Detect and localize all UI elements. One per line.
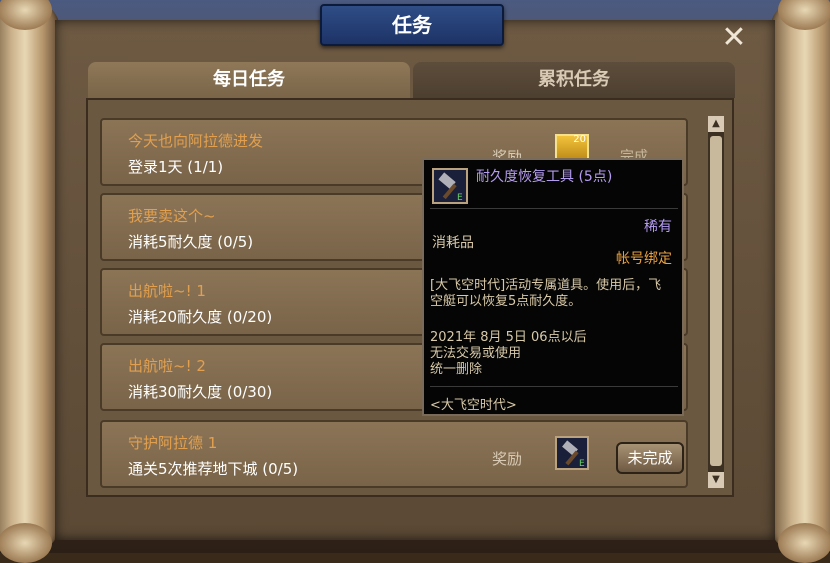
tab-daily-quests[interactable]: 每日任务 (88, 62, 410, 98)
expiry-line: 无法交易或使用 (430, 346, 522, 361)
quest-progress: 消耗5耐久度 (0/5) (128, 233, 254, 251)
expiry-line: 统一删除 (430, 362, 483, 377)
item-tooltip: E 耐久度恢复工具 (5点) 稀有 消耗品 帐号绑定 [大飞空时代]活动专属道具… (422, 158, 684, 416)
quest-progress: 通关5次推荐地下城 (0/5) (128, 460, 299, 478)
hammer-icon: E (432, 168, 468, 204)
divider (430, 208, 678, 209)
svg-text:E: E (579, 459, 585, 468)
item-bind: 帐号绑定 (616, 251, 672, 267)
quest-progress: 消耗20耐久度 (0/20) (128, 308, 273, 326)
item-event-tag: <大飞空时代> (430, 398, 517, 413)
quest-progress: 消耗30耐久度 (0/30) (128, 383, 273, 401)
item-rarity: 稀有 (644, 219, 672, 235)
quest-title: 今天也向阿拉德进发 (128, 132, 264, 150)
close-icon[interactable]: ✕ (720, 23, 748, 53)
tab-cumulative-quests[interactable]: 累积任务 (413, 62, 735, 98)
item-description: [大飞空时代]活动专属道具。使用后，飞空艇可以恢复5点耐久度。 (430, 278, 662, 309)
item-name: 耐久度恢复工具 (5点) (476, 169, 613, 185)
quest-title: 出航啦~! 2 (128, 357, 206, 375)
divider (430, 386, 678, 387)
item-category: 消耗品 (432, 235, 474, 251)
scrollbar[interactable]: ▲ ▼ (708, 116, 724, 488)
window-title: 任务 (320, 4, 504, 46)
reward-label: 奖励 (492, 450, 523, 468)
quest-progress: 登录1天 (1/1) (128, 158, 224, 176)
scroll-rod-left (0, 0, 60, 563)
hammer-icon[interactable]: E (555, 436, 589, 470)
item-expiry: 2021年 8月 5日 06点以后 无法交易或使用 统一删除 (430, 330, 670, 378)
incomplete-button[interactable]: 未完成 (616, 442, 684, 474)
quest-row: 守护阿拉德 1 通关5次推荐地下城 (0/5) 奖励 E 未完成 (100, 420, 688, 488)
scroll-thumb[interactable] (710, 136, 722, 466)
scroll-up-icon[interactable]: ▲ (708, 116, 724, 132)
reward-count: 20 (573, 134, 586, 145)
svg-text:E: E (457, 193, 463, 202)
scroll-rod-right (770, 0, 830, 563)
quest-title: 守护阿拉德 1 (128, 434, 218, 452)
quest-title: 我要卖这个~ (128, 207, 216, 225)
scroll-down-icon[interactable]: ▼ (708, 472, 724, 488)
quest-title: 出航啦~! 1 (128, 282, 206, 300)
expiry-line: 2021年 8月 5日 06点以后 (430, 330, 587, 345)
